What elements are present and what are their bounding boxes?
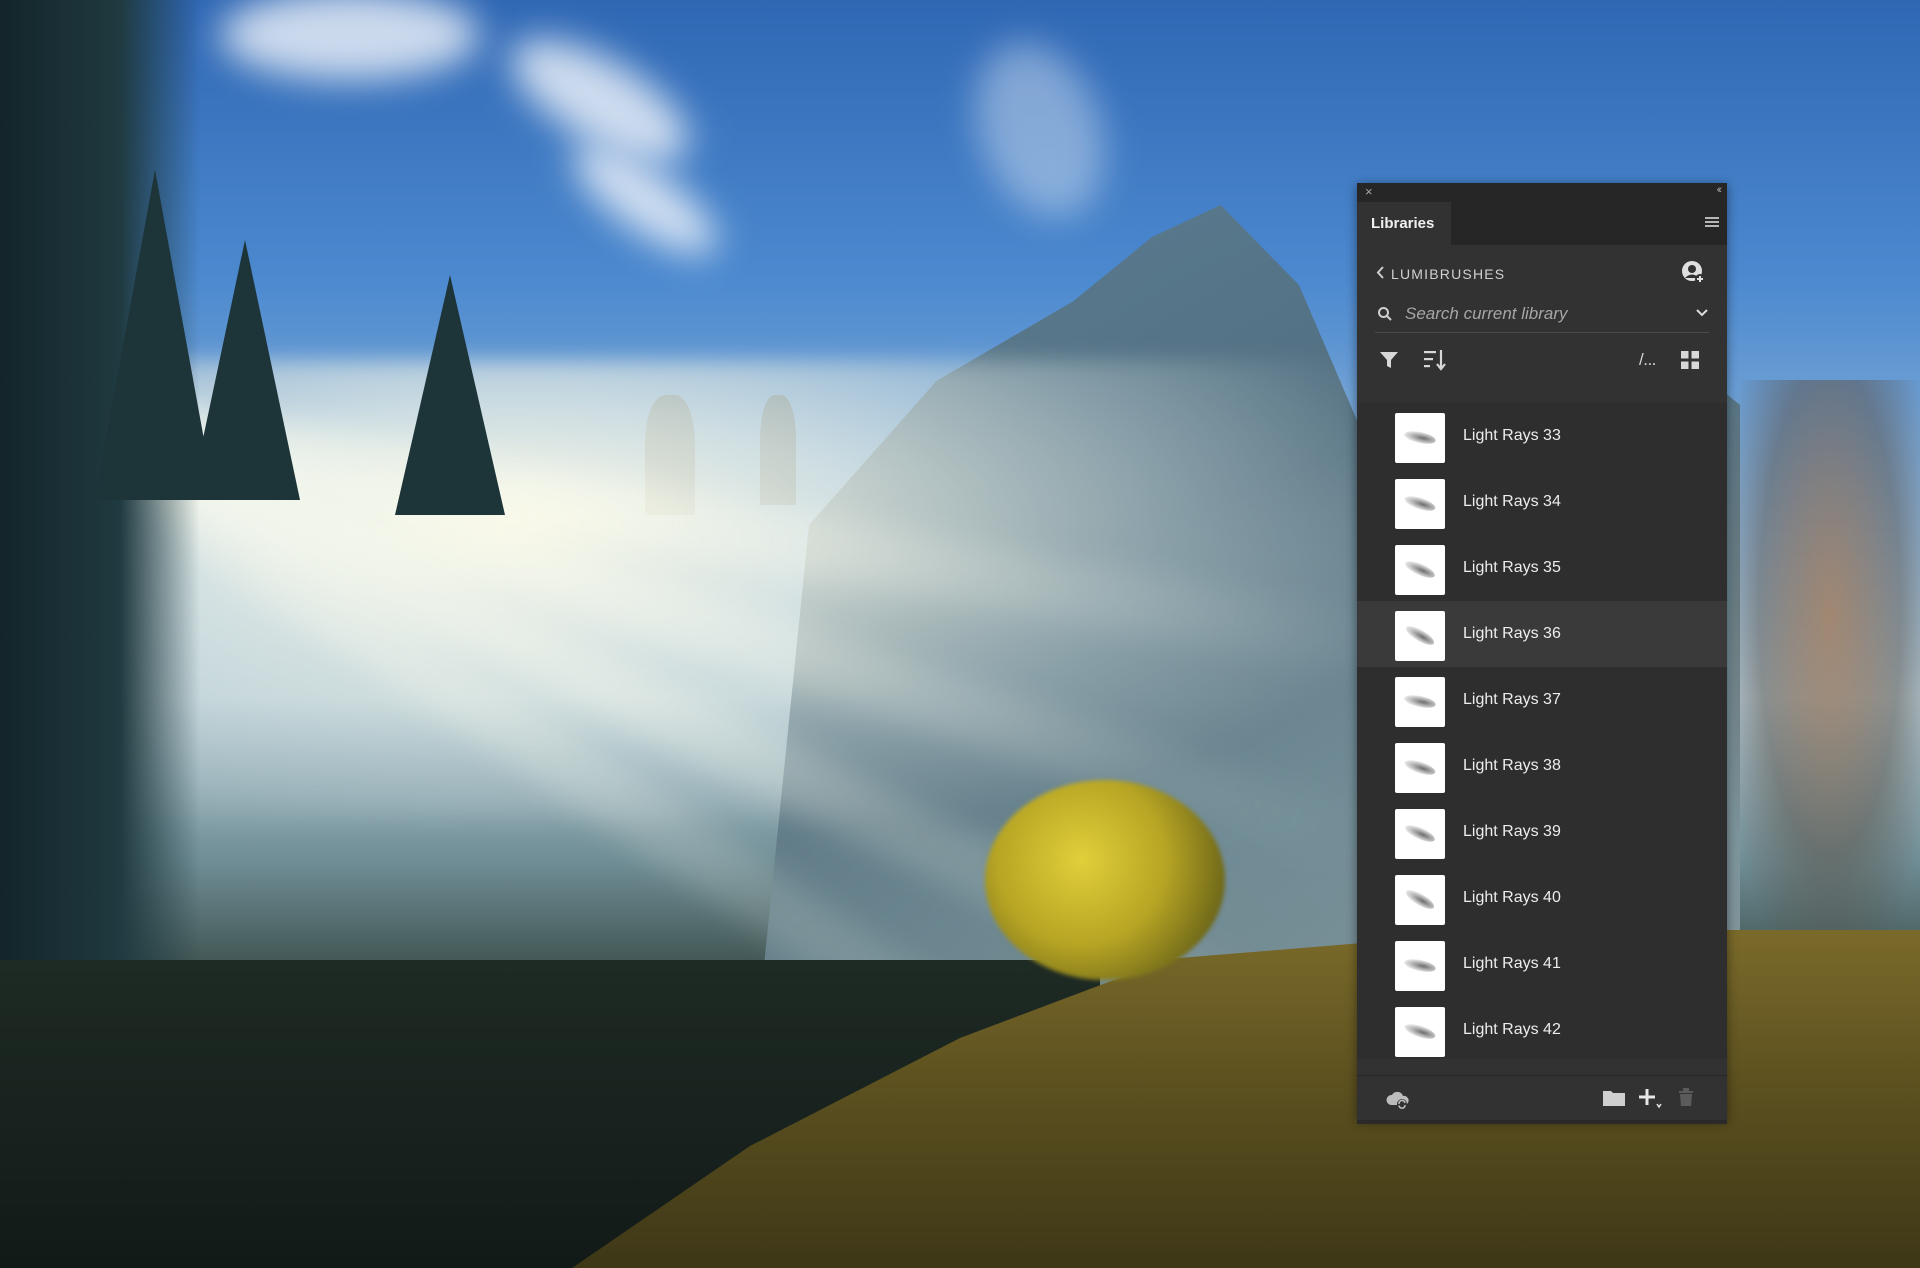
list-item[interactable]: Light Rays 37 (1357, 667, 1727, 733)
brush-thumbnail-icon (1395, 545, 1445, 595)
list-item[interactable]: Light Rays 34 (1357, 469, 1727, 535)
list-item-label: Light Rays 38 (1463, 757, 1561, 774)
search-icon (1378, 307, 1392, 321)
list-item-label: Light Rays 36 (1463, 625, 1561, 642)
brush-thumbnail-icon (1395, 479, 1445, 529)
brush-thumbnail-icon (1395, 743, 1445, 793)
panel-menu-icon[interactable] (1705, 217, 1719, 229)
list-item[interactable]: Light Rays 38 (1357, 733, 1727, 799)
sort-icon[interactable] (1423, 345, 1447, 375)
panel-tabbar: Libraries (1357, 202, 1727, 245)
list-item[interactable]: Light Rays 40 (1357, 865, 1727, 931)
libraries-panel: × ‹‹ Libraries LUMIBRUSHES Search curren… (1357, 183, 1727, 1124)
brush-thumbnail-icon (1395, 611, 1445, 661)
brush-thumbnail-icon (1395, 1007, 1445, 1057)
brush-stroke-preview (1403, 886, 1437, 913)
cloud-sync-icon[interactable] (1385, 1090, 1411, 1110)
library-toolbar: /... (1357, 345, 1727, 387)
brush-stroke-preview (1403, 757, 1437, 778)
list-item-label: Light Rays 41 (1463, 955, 1561, 972)
search-bar (1375, 296, 1709, 333)
library-header: LUMIBRUSHES (1357, 245, 1727, 295)
brush-thumbnail-icon (1395, 941, 1445, 991)
cloud (220, 0, 480, 80)
brush-stroke-preview (1403, 493, 1437, 514)
trash-icon[interactable] (1677, 1087, 1695, 1107)
chevron-left-icon[interactable] (1375, 265, 1386, 280)
yellow-bush (985, 780, 1225, 980)
add-icon[interactable] (1637, 1086, 1663, 1110)
folder-icon[interactable] (1602, 1088, 1626, 1108)
list-item-label: Light Rays 34 (1463, 493, 1561, 510)
list-item-label: Light Rays 33 (1463, 427, 1561, 444)
list-item[interactable]: Light Rays 42 (1357, 997, 1727, 1059)
list-item-label: Light Rays 39 (1463, 823, 1561, 840)
list-item-label: Light Rays 37 (1463, 691, 1561, 708)
cloud (952, 24, 1128, 236)
list-item[interactable]: Light Rays 33 (1357, 403, 1727, 469)
filter-icon[interactable] (1379, 345, 1399, 375)
list-item[interactable]: Light Rays 41 (1357, 931, 1727, 997)
brush-stroke-preview (1403, 428, 1437, 447)
add-collaborator-icon[interactable] (1681, 260, 1705, 284)
brush-stroke-preview (1403, 821, 1437, 846)
brush-stroke-preview (1403, 622, 1437, 649)
chevron-down-icon[interactable] (1695, 308, 1709, 318)
list-item-label: Light Rays 40 (1463, 889, 1561, 906)
panel-footer (1357, 1075, 1727, 1120)
path-button[interactable]: /... (1639, 345, 1656, 375)
brush-stroke-preview (1403, 956, 1437, 975)
brush-thumbnail-icon (1395, 677, 1445, 727)
collapse-icon[interactable]: ‹‹ (1717, 184, 1723, 196)
search-input[interactable] (1403, 301, 1677, 327)
path-label: /... (1639, 350, 1656, 369)
close-icon[interactable]: × (1365, 184, 1373, 199)
tab-libraries[interactable]: Libraries (1357, 202, 1451, 245)
panel-bottom-edge (1357, 1120, 1727, 1124)
brush-stroke-preview (1403, 1021, 1437, 1042)
list-item[interactable]: Light Rays 35 (1357, 535, 1727, 601)
library-name: LUMIBRUSHES (1391, 266, 1506, 282)
list-item[interactable]: Light Rays 39 (1357, 799, 1727, 865)
list-item[interactable]: Light Rays 36 (1357, 601, 1727, 667)
brush-thumbnail-icon (1395, 809, 1445, 859)
grid-view-icon[interactable] (1680, 345, 1700, 375)
list-item-label: Light Rays 42 (1463, 1021, 1561, 1038)
autumn-tree (1730, 380, 1920, 960)
forest (0, 0, 200, 1000)
list-item-label: Light Rays 35 (1463, 559, 1561, 576)
brush-list[interactable]: Light Rays 33 Light Rays 34 Light Rays 35 L… (1357, 403, 1727, 1059)
panel-titlebar: × ‹‹ (1357, 183, 1727, 202)
brush-thumbnail-icon (1395, 413, 1445, 463)
brush-stroke-preview (1403, 557, 1437, 582)
brush-stroke-preview (1403, 692, 1437, 711)
brush-thumbnail-icon (1395, 875, 1445, 925)
